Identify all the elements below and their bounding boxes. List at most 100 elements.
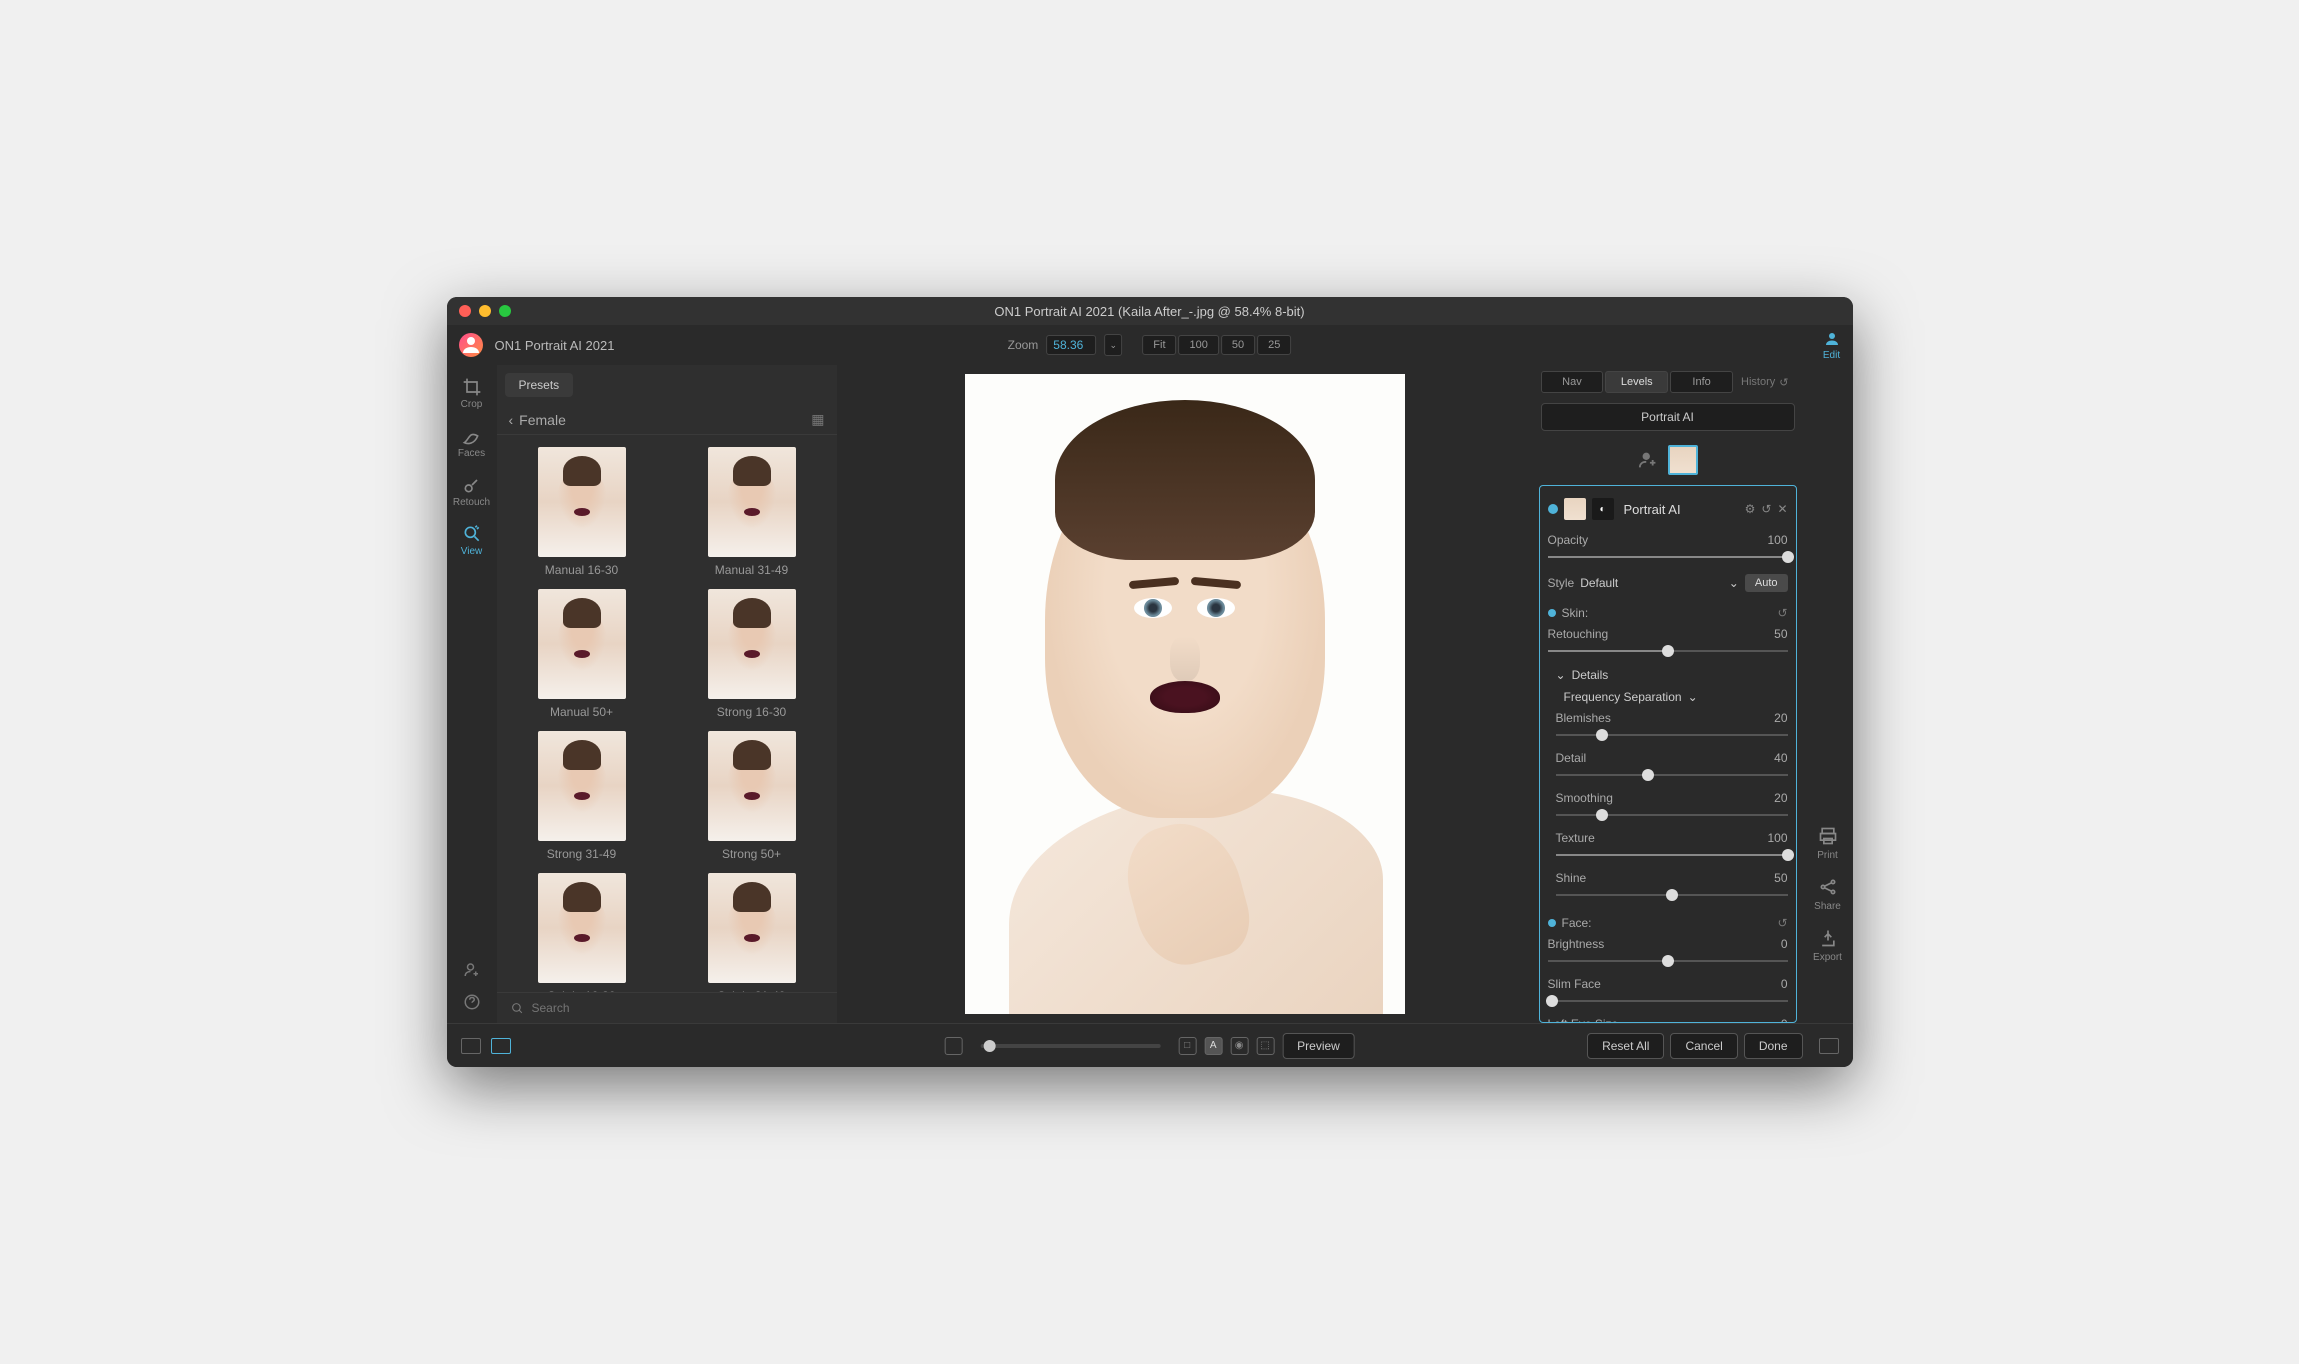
retouch-tool[interactable]: Retouch	[449, 471, 494, 512]
portrait-image	[965, 374, 1405, 1014]
preset-item[interactable]: Strong 50+	[679, 731, 825, 861]
edit-mode-button[interactable]: Edit	[1823, 330, 1841, 361]
softproof-icon[interactable]: ◉	[1230, 1037, 1248, 1055]
skin-enable-dot[interactable]	[1548, 609, 1556, 617]
shine-slider[interactable]	[1556, 888, 1788, 902]
retouching-slider[interactable]	[1548, 644, 1788, 658]
history-button[interactable]: History↺	[1735, 371, 1794, 393]
right-toolstrip: Print Share Export	[1803, 365, 1853, 1023]
minimize-window-button[interactable]	[479, 305, 491, 317]
preset-item[interactable]: Manual 16-30	[509, 447, 655, 577]
opacity-slider[interactable]	[1548, 550, 1788, 564]
face-enable-dot[interactable]	[1548, 919, 1556, 927]
cancel-button[interactable]: Cancel	[1670, 1033, 1737, 1059]
preset-thumbnail	[538, 447, 626, 557]
single-view-icon[interactable]	[461, 1038, 481, 1054]
back-chevron-icon: ‹	[509, 412, 514, 428]
square-icon[interactable]	[944, 1037, 962, 1055]
preset-thumbnail	[538, 589, 626, 699]
zoom-input[interactable]	[1046, 335, 1096, 355]
preview-button[interactable]: Preview	[1282, 1033, 1355, 1059]
presets-tab[interactable]: Presets	[505, 373, 574, 397]
mask-b-icon[interactable]: A	[1204, 1037, 1222, 1055]
print-button[interactable]: Print	[1817, 826, 1838, 861]
presets-panel: Presets ‹ Female ▦ Manual 16-30 Manual 31…	[497, 365, 837, 1023]
blemishes-slider[interactable]	[1556, 728, 1788, 742]
preset-thumbnail	[708, 447, 796, 557]
slim-face-slider[interactable]	[1548, 994, 1788, 1008]
help-icon[interactable]	[463, 993, 481, 1011]
done-button[interactable]: Done	[1744, 1033, 1803, 1059]
left-toolstrip: Crop Faces Retouch View	[447, 365, 497, 1023]
add-face-icon[interactable]	[1638, 449, 1660, 471]
portrait-ai-panel: ◐ Portrait AI ⚙ ↺ ✕ Opacity100 Style Def…	[1539, 485, 1797, 1023]
zoom-100-button[interactable]: 100	[1179, 335, 1219, 355]
preset-item[interactable]: Strong 16-30	[679, 589, 825, 719]
close-window-button[interactable]	[459, 305, 471, 317]
preset-label: Manual 50+	[550, 705, 613, 719]
preset-item[interactable]: Subtle 16-30	[509, 873, 655, 992]
nav-tab[interactable]: Nav	[1541, 371, 1604, 393]
image-canvas[interactable]	[837, 365, 1533, 1023]
app-name: ON1 Portrait AI 2021	[495, 338, 615, 353]
preset-label: Strong 50+	[722, 847, 781, 861]
preset-item[interactable]: Strong 31-49	[509, 731, 655, 861]
frequency-dropdown[interactable]: Frequency Separation⌄	[1556, 686, 1788, 708]
preset-item[interactable]: Manual 50+	[509, 589, 655, 719]
preset-item[interactable]: Subtle 31-49	[679, 873, 825, 992]
view-tool[interactable]: View	[457, 520, 487, 561]
share-button[interactable]: Share	[1814, 877, 1841, 912]
details-toggle[interactable]: ⌄Details	[1556, 664, 1788, 686]
zoom-dropdown[interactable]: ⌄	[1104, 334, 1122, 356]
gear-icon[interactable]: ⚙	[1745, 502, 1756, 516]
preset-thumbnail	[708, 731, 796, 841]
footer: □ A ◉ ⬚ Preview Reset All Cancel Done	[447, 1023, 1853, 1067]
search-icon	[511, 1002, 524, 1015]
face-thumbnail[interactable]	[1668, 445, 1698, 475]
preset-item[interactable]: Manual 31-49	[679, 447, 825, 577]
preset-label: Manual 16-30	[545, 563, 618, 577]
zoom-fit-button[interactable]: Fit	[1142, 335, 1176, 355]
panel-enable-dot[interactable]	[1548, 504, 1558, 514]
zoom-50-button[interactable]: 50	[1221, 335, 1255, 355]
preset-search-input[interactable]	[532, 1001, 823, 1015]
faces-tool[interactable]: Faces	[454, 422, 489, 463]
texture-slider[interactable]	[1556, 848, 1788, 862]
panel-mask-icon[interactable]: ◐	[1592, 498, 1614, 520]
reset-icon[interactable]: ↺	[1761, 502, 1771, 516]
reset-all-button[interactable]: Reset All	[1587, 1033, 1664, 1059]
preset-breadcrumb[interactable]: ‹ Female ▦	[497, 405, 837, 435]
preset-thumbnail	[708, 589, 796, 699]
preset-thumbnail	[708, 873, 796, 983]
maximize-window-button[interactable]	[499, 305, 511, 317]
info-tab[interactable]: Info	[1670, 371, 1733, 393]
crop-tool[interactable]: Crop	[457, 373, 487, 414]
smoothing-slider[interactable]	[1556, 808, 1788, 822]
close-icon[interactable]: ✕	[1777, 502, 1787, 516]
grid-view-icon[interactable]: ▦	[811, 411, 824, 428]
topbar: ON1 Portrait AI 2021 Zoom ⌄ Fit 100 50 2…	[447, 325, 1853, 365]
preset-label: Strong 31-49	[547, 847, 616, 861]
preset-thumbnail	[538, 873, 626, 983]
mask-a-icon[interactable]: □	[1178, 1037, 1196, 1055]
preset-thumbnail	[538, 731, 626, 841]
style-dropdown[interactable]: Default⌄	[1580, 576, 1739, 590]
auto-button[interactable]: Auto	[1745, 574, 1788, 592]
footer-slider[interactable]	[980, 1044, 1160, 1048]
detail-slider[interactable]	[1556, 768, 1788, 782]
right-panel-toggle-icon[interactable]	[1819, 1038, 1839, 1054]
skin-reset-icon[interactable]: ↺	[1777, 606, 1787, 620]
clipping-icon[interactable]: ⬚	[1256, 1037, 1274, 1055]
face-strip	[1533, 435, 1803, 485]
window-title: ON1 Portrait AI 2021 (Kaila After_-.jpg …	[994, 304, 1304, 319]
zoom-25-button[interactable]: 25	[1257, 335, 1291, 355]
face-reset-icon[interactable]: ↺	[1777, 916, 1787, 930]
compare-view-icon[interactable]	[491, 1038, 511, 1054]
brightness-slider[interactable]	[1548, 954, 1788, 968]
filter-name[interactable]: Portrait AI	[1541, 403, 1795, 431]
levels-tab[interactable]: Levels	[1605, 371, 1668, 393]
zoom-controls: Zoom ⌄ Fit 100 50 25	[1008, 334, 1292, 356]
user-settings-icon[interactable]	[463, 961, 481, 979]
export-button[interactable]: Export	[1813, 928, 1842, 963]
zoom-label: Zoom	[1008, 338, 1039, 352]
